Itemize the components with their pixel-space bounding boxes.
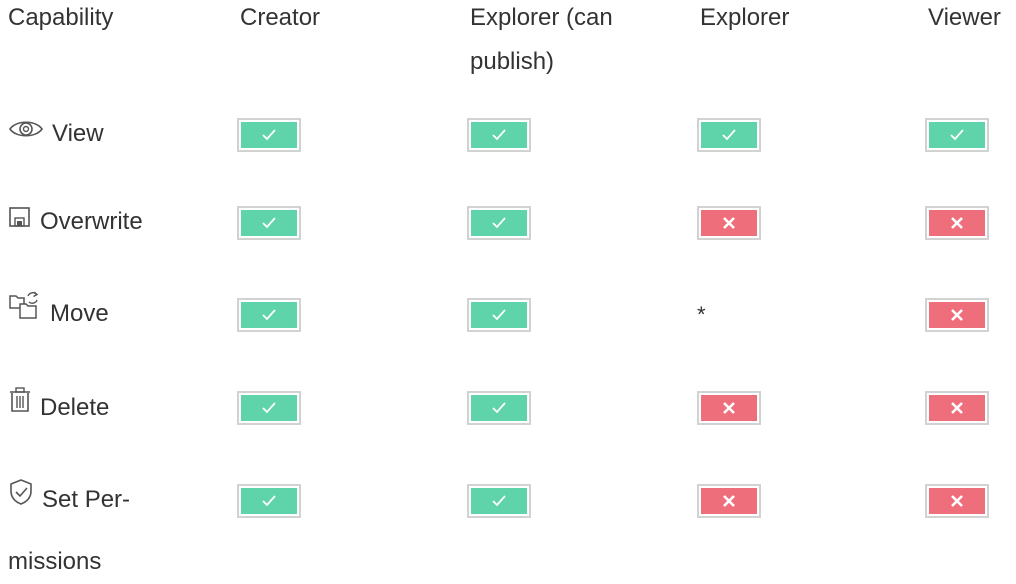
check-icon: [492, 402, 506, 414]
capability-delete: Delete: [8, 386, 109, 431]
x-icon: [951, 309, 963, 321]
allowed-badge: [697, 118, 761, 152]
allowed-badge: [467, 118, 531, 152]
allowed-badge: [467, 298, 531, 332]
check-icon: [262, 495, 276, 507]
header-viewer: Viewer: [928, 4, 1001, 31]
check-icon: [950, 129, 964, 141]
capability-label-line2: missions: [8, 548, 102, 575]
x-icon: [951, 402, 963, 414]
allowed-badge: [467, 391, 531, 425]
check-icon: [722, 129, 736, 141]
capability-label: Overwrite: [40, 208, 143, 235]
x-icon: [723, 402, 735, 414]
check-icon: [492, 217, 506, 229]
check-icon: [492, 129, 506, 141]
capability-label-line1: Set Per-: [42, 486, 131, 513]
denied-badge: [697, 391, 761, 425]
allowed-badge: [237, 391, 301, 425]
header-creator: Creator: [240, 4, 321, 31]
capability-move: Move: [8, 290, 109, 337]
x-icon: [951, 495, 963, 507]
check-icon: [492, 309, 506, 321]
allowed-badge: [467, 206, 531, 240]
check-icon: [262, 402, 276, 414]
check-icon: [262, 129, 276, 141]
allowed-badge: [237, 484, 301, 518]
allowed-badge: [237, 298, 301, 332]
capability-label: View: [52, 120, 104, 147]
capability-set-permissions: Set Per-: [8, 478, 130, 523]
header-capability: Capability: [8, 4, 114, 31]
allowed-badge: [925, 118, 989, 152]
denied-badge: [697, 484, 761, 518]
header-explorer: Explorer: [700, 4, 790, 31]
denied-badge: [925, 391, 989, 425]
allowed-badge: [237, 206, 301, 240]
capability-label: Move: [50, 300, 109, 327]
denied-badge: [925, 298, 989, 332]
x-icon: [951, 217, 963, 229]
denied-badge: [925, 206, 989, 240]
explorer-move-note: *: [697, 302, 706, 327]
shield-check-icon: [8, 477, 34, 521]
capability-label: Delete: [40, 394, 110, 421]
save-icon: [8, 199, 32, 243]
x-icon: [723, 495, 735, 507]
trash-icon: [8, 385, 32, 429]
capability-view: View: [8, 112, 104, 157]
move-icon: [8, 290, 42, 335]
capability-overwrite: Overwrite: [8, 200, 143, 245]
check-icon: [262, 309, 276, 321]
check-icon: [262, 217, 276, 229]
header-explorer-can-publish: Explorer (can publish): [470, 4, 613, 75]
eye-icon: [8, 111, 44, 155]
allowed-badge: [237, 118, 301, 152]
check-icon: [492, 495, 506, 507]
denied-badge: [925, 484, 989, 518]
x-icon: [723, 217, 735, 229]
denied-badge: [697, 206, 761, 240]
allowed-badge: [467, 484, 531, 518]
